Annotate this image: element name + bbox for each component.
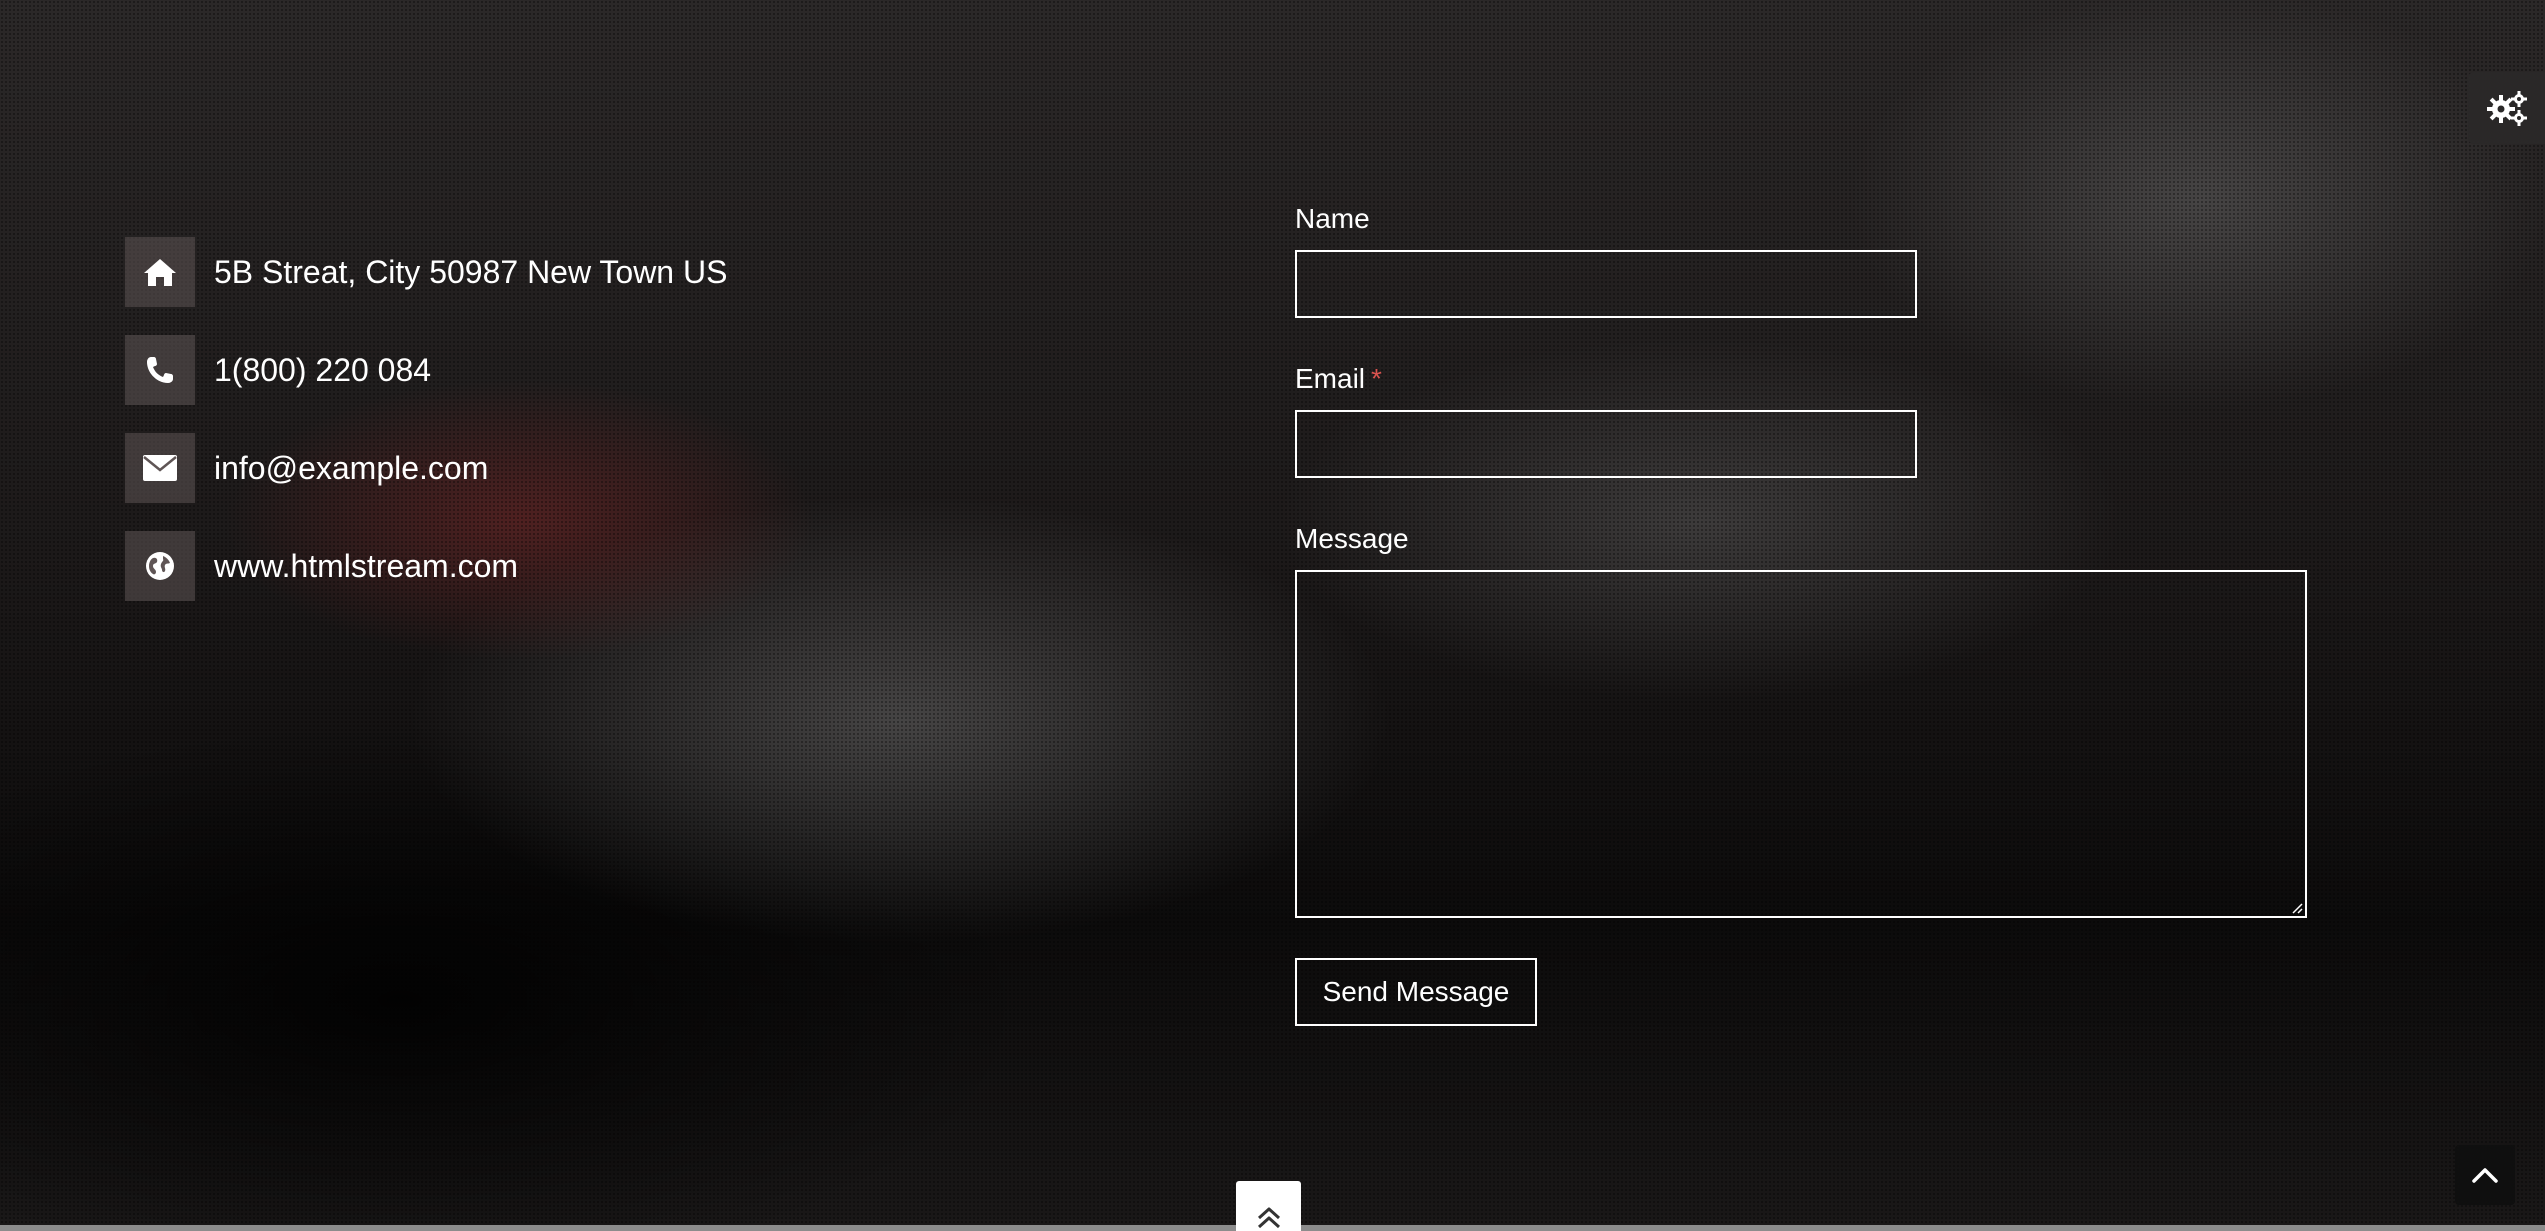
name-input[interactable] bbox=[1295, 250, 1917, 318]
email-input[interactable] bbox=[1295, 410, 1917, 478]
gears-icon bbox=[2486, 91, 2527, 126]
message-label-text: Message bbox=[1295, 523, 1409, 554]
icon-box bbox=[125, 531, 195, 601]
required-mark: * bbox=[1371, 363, 1382, 394]
envelope-icon bbox=[143, 455, 177, 481]
phone-text: 1(800) 220 084 bbox=[214, 351, 432, 388]
email-text: info@example.com bbox=[214, 449, 489, 486]
name-label: Name bbox=[1295, 200, 2307, 238]
contact-website: www.htmlstream.com bbox=[125, 531, 727, 601]
scroll-to-top-button[interactable] bbox=[2455, 1145, 2515, 1205]
website-text: www.htmlstream.com bbox=[214, 547, 519, 584]
name-label-text: Name bbox=[1295, 203, 1370, 234]
contact-email: info@example.com bbox=[125, 433, 727, 503]
email-label: Email * bbox=[1295, 360, 2307, 398]
message-textarea[interactable] bbox=[1295, 570, 2307, 918]
message-label: Message bbox=[1295, 520, 2307, 558]
double-chevron-up-icon bbox=[1257, 1207, 1280, 1229]
chevron-up-icon bbox=[2472, 1168, 2498, 1183]
contact-form: Name Email * Message Send Message bbox=[1295, 200, 2307, 1026]
settings-toggle-button[interactable] bbox=[2468, 72, 2545, 144]
icon-box bbox=[125, 433, 195, 503]
contact-phone: 1(800) 220 084 bbox=[125, 335, 727, 405]
phone-icon bbox=[147, 357, 173, 383]
email-label-text: Email bbox=[1295, 363, 1366, 394]
resize-grip-icon[interactable] bbox=[2289, 900, 2303, 914]
send-message-button[interactable]: Send Message bbox=[1295, 958, 1537, 1026]
globe-icon bbox=[146, 552, 174, 580]
contact-address: 5B Streat, City 50987 New Town US bbox=[125, 237, 727, 307]
message-wrapper bbox=[1295, 570, 2307, 918]
icon-box bbox=[125, 335, 195, 405]
contact-info-list: 5B Streat, City 50987 New Town US 1(800)… bbox=[125, 237, 727, 629]
home-icon bbox=[144, 259, 176, 286]
address-text: 5B Streat, City 50987 New Town US bbox=[214, 253, 728, 290]
section-up-tab[interactable] bbox=[1236, 1181, 1301, 1231]
icon-box bbox=[125, 237, 195, 307]
